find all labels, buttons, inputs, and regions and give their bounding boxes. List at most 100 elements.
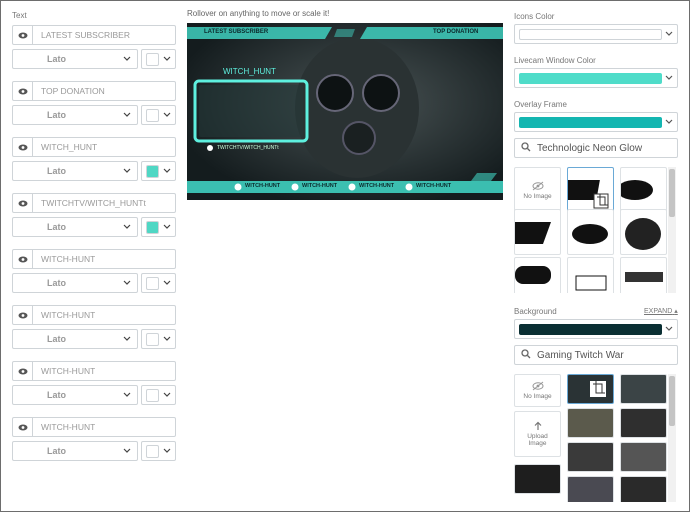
chevron-down-icon xyxy=(123,223,131,231)
frame-tile[interactable] xyxy=(620,257,667,293)
font-select[interactable]: Lato xyxy=(12,329,138,349)
font-select-value: Lato xyxy=(47,110,66,120)
social-item[interactable]: WITCH-HUNT xyxy=(245,183,280,189)
background-tile[interactable] xyxy=(620,476,667,502)
frame-tile[interactable] xyxy=(514,257,561,293)
frame-grid: No Image xyxy=(514,165,678,293)
text-input[interactable]: TWITCHTV/WITCH_HUNTt xyxy=(33,198,146,208)
expand-label: EXPAND xyxy=(644,308,673,315)
visibility-eye-icon[interactable] xyxy=(13,250,33,268)
font-select[interactable]: Lato xyxy=(12,273,138,293)
channel-name[interactable]: WITCH_HUNT xyxy=(223,67,276,76)
visibility-eye-icon[interactable] xyxy=(13,82,33,100)
livecam-color-bar xyxy=(519,72,662,84)
latest-subscriber-label[interactable]: LATEST SUBSCRIBER xyxy=(204,29,268,35)
background-tile[interactable] xyxy=(620,408,667,438)
livecam-color-select[interactable] xyxy=(514,68,678,88)
social-links: WITCH-HUNT WITCH-HUNT WITCH-HUNT WITCH-H… xyxy=(187,183,503,193)
font-select-value: Lato xyxy=(47,278,66,288)
font-select-value: Lato xyxy=(47,334,66,344)
chevron-down-icon xyxy=(163,447,171,455)
background-tile[interactable] xyxy=(620,374,667,404)
icons-color-label: Icons Color xyxy=(514,12,555,21)
text-color-select[interactable] xyxy=(141,273,176,293)
font-select[interactable]: Lato xyxy=(12,105,138,125)
font-select-value: Lato xyxy=(47,446,66,456)
top-donation-label[interactable]: TOP DONATION xyxy=(433,29,478,35)
text-color-select[interactable] xyxy=(141,105,176,125)
font-select[interactable]: Lato xyxy=(12,217,138,237)
text-field-row: WITCH-HUNT xyxy=(12,361,176,381)
social-item[interactable]: WITCH-HUNT xyxy=(359,183,394,189)
text-field-row: WITCH-HUNT xyxy=(12,249,176,269)
overlay-frame-label: Overlay Frame xyxy=(514,100,567,109)
chevron-down-icon xyxy=(123,167,131,175)
social-item[interactable]: WITCH-HUNT xyxy=(302,183,337,189)
text-input[interactable]: WITCH-HUNT xyxy=(33,310,95,320)
text-section-label: Text xyxy=(12,11,27,20)
font-select[interactable]: Lato xyxy=(12,441,138,461)
font-select[interactable]: Lato xyxy=(12,161,138,181)
chevron-down-icon xyxy=(163,335,171,343)
chevron-down-icon xyxy=(123,335,131,343)
visibility-eye-icon[interactable] xyxy=(13,138,33,156)
background-tile[interactable] xyxy=(567,442,614,472)
background-color-select[interactable] xyxy=(514,319,678,339)
frame-tile-selected[interactable] xyxy=(567,167,614,213)
text-color-select[interactable] xyxy=(141,49,176,69)
background-tile[interactable] xyxy=(620,442,667,472)
color-swatch xyxy=(146,444,159,458)
no-image-tile[interactable]: No Image xyxy=(514,167,561,213)
background-tile[interactable] xyxy=(567,476,614,502)
background-grid-scroll-thumb[interactable] xyxy=(669,376,675,426)
text-field-row: LATEST SUBSCRIBER xyxy=(12,25,176,45)
livecam-color-label: Livecam Window Color xyxy=(514,56,596,65)
visibility-eye-icon[interactable] xyxy=(13,306,33,324)
overlay-preview[interactable]: LATEST SUBSCRIBER TOP DONATION WITCH_HUN… xyxy=(187,23,503,200)
chevron-down-icon xyxy=(163,279,171,287)
text-input[interactable]: WITCH-HUNT xyxy=(33,422,95,432)
preview-hint: Rollover on anything to move or scale it… xyxy=(187,9,330,18)
text-input[interactable]: WITCH-HUNT xyxy=(33,254,95,264)
social-item[interactable]: WITCH-HUNT xyxy=(416,183,451,189)
frame-tile[interactable] xyxy=(514,209,561,255)
text-color-select[interactable] xyxy=(141,329,176,349)
background-tile[interactable] xyxy=(514,464,561,494)
text-color-select[interactable] xyxy=(141,161,176,181)
text-field-row: WITCH-HUNT xyxy=(12,305,176,325)
text-input[interactable]: WITCH_HUNT xyxy=(33,142,97,152)
chevron-down-icon xyxy=(163,223,171,231)
background-grid-scrollbar[interactable] xyxy=(668,374,676,502)
icons-color-select[interactable] xyxy=(514,24,678,44)
visibility-eye-icon[interactable] xyxy=(13,26,33,44)
channel-url[interactable]: TWITCHTV/WITCH_HUNTt xyxy=(217,145,279,151)
expand-link[interactable]: EXPAND ▴ xyxy=(644,307,678,315)
text-input[interactable]: WITCH-HUNT xyxy=(33,366,95,376)
frame-grid-scrollbar[interactable] xyxy=(668,167,676,293)
visibility-eye-icon[interactable] xyxy=(13,418,33,436)
visibility-eye-icon[interactable] xyxy=(13,194,33,212)
background-tile[interactable] xyxy=(567,408,614,438)
frame-tile[interactable] xyxy=(620,209,667,255)
text-input[interactable]: TOP DONATION xyxy=(33,86,105,96)
font-select[interactable]: Lato xyxy=(12,385,138,405)
font-select[interactable]: Lato xyxy=(12,49,138,69)
background-tile-selected[interactable] xyxy=(567,374,614,404)
background-search-input[interactable]: Gaming Twitch War xyxy=(514,345,678,365)
text-color-select[interactable] xyxy=(141,217,176,237)
text-field-row: TWITCHTV/WITCH_HUNTt xyxy=(12,193,176,213)
frame-grid-scroll-thumb[interactable] xyxy=(669,169,675,217)
frame-tile[interactable] xyxy=(620,167,667,213)
text-input[interactable]: LATEST SUBSCRIBER xyxy=(33,30,130,40)
text-color-select[interactable] xyxy=(141,441,176,461)
visibility-eye-icon[interactable] xyxy=(13,362,33,380)
text-color-select[interactable] xyxy=(141,385,176,405)
upload-image-tile[interactable]: Upload Image xyxy=(514,411,561,457)
frame-tile[interactable] xyxy=(567,257,614,293)
frame-search-input[interactable]: Technologic Neon Glow xyxy=(514,138,678,158)
font-select-value: Lato xyxy=(47,54,66,64)
frame-tile[interactable] xyxy=(567,209,614,255)
overlay-frame-color-select[interactable] xyxy=(514,112,678,132)
icons-color-bar xyxy=(519,28,662,40)
no-image-tile[interactable]: No Image xyxy=(514,374,561,407)
